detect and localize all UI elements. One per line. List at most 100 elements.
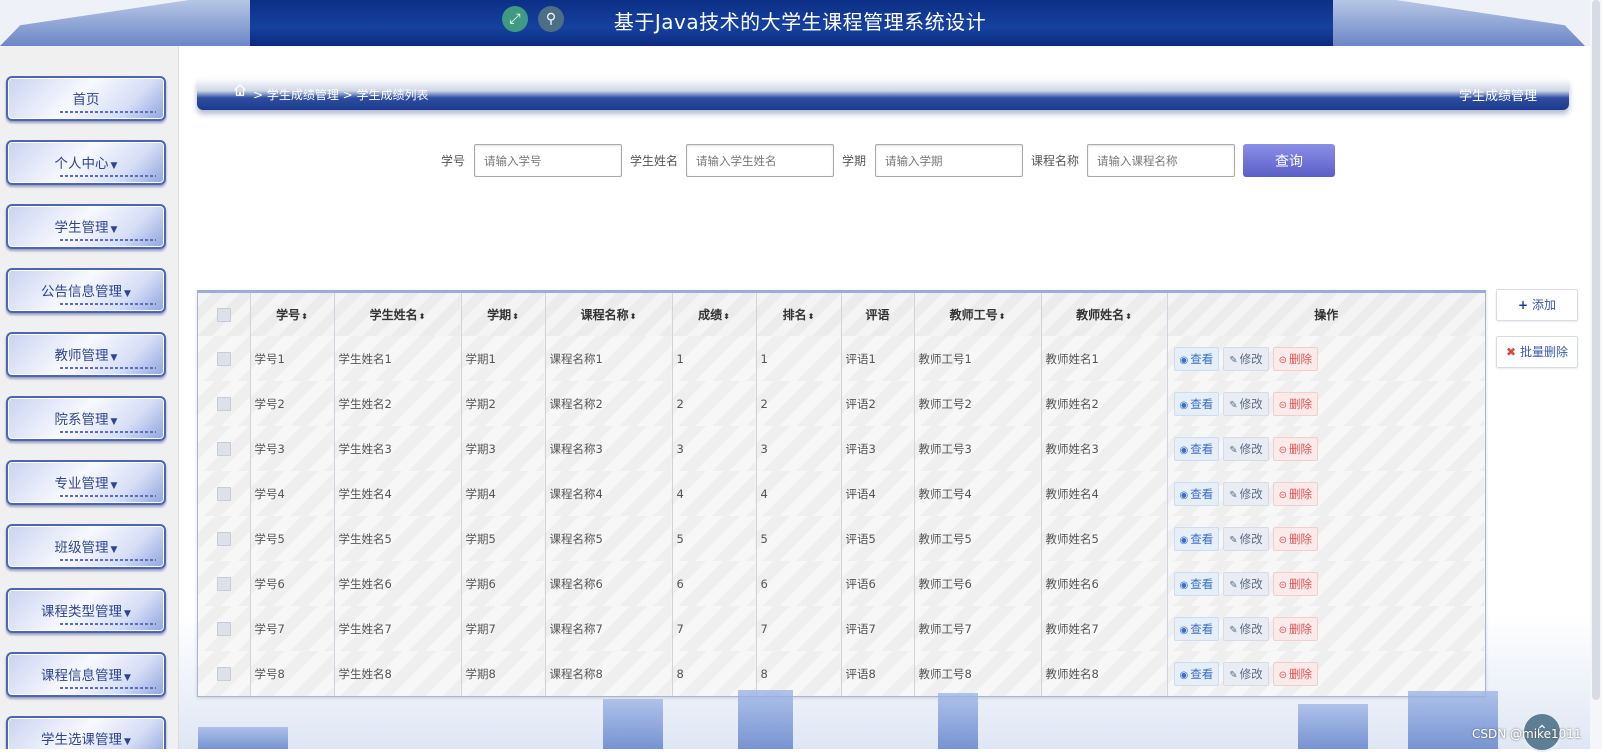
view-button[interactable]: ◉ 查看: [1173, 346, 1220, 371]
chevron-down-icon: ▼: [110, 161, 118, 171]
edit-button[interactable]: ✎ 修改: [1223, 571, 1269, 596]
row-checkbox[interactable]: [216, 486, 231, 501]
eye-icon: ◉: [1179, 669, 1189, 681]
sidebar-item[interactable]: 个人中心 ▼: [6, 140, 166, 185]
row-actions-cell: ◉ 查看 ✎ 修改 ⊝ 删除: [1166, 336, 1485, 381]
row-checkbox[interactable]: [216, 396, 231, 411]
column-header-label: 学生姓名: [369, 308, 418, 322]
table-cell: 1: [755, 336, 841, 381]
column-header[interactable]: 成绩⬍: [671, 293, 756, 336]
sort-icon[interactable]: ⬍: [808, 312, 815, 321]
view-button-label: 查看: [1190, 621, 1214, 636]
column-header: 评语: [840, 293, 914, 336]
sidebar-item[interactable]: 教师管理 ▼: [6, 332, 166, 377]
search-button[interactable]: 查询: [1243, 144, 1335, 177]
sort-icon[interactable]: ⬍: [630, 312, 637, 321]
expand-icon[interactable]: ⤢: [502, 6, 528, 32]
sidebar-item-label: 专业管理: [54, 476, 109, 492]
column-header[interactable]: 教师姓名⬍: [1040, 293, 1167, 336]
view-button[interactable]: ◉ 查看: [1173, 571, 1220, 596]
row-checkbox[interactable]: [216, 666, 231, 681]
student-id-input[interactable]: [474, 144, 622, 177]
table-cell: 学生姓名5: [333, 516, 461, 561]
edit-button[interactable]: ✎ 修改: [1223, 436, 1269, 461]
row-checkbox-cell[interactable]: [198, 561, 250, 606]
delete-button[interactable]: ⊝ 删除: [1272, 616, 1319, 641]
row-checkbox-cell[interactable]: [198, 381, 250, 426]
delete-button[interactable]: ⊝ 删除: [1272, 661, 1319, 686]
delete-button[interactable]: ⊝ 删除: [1272, 346, 1319, 371]
page-scrollbar[interactable]: [1590, 0, 1602, 749]
sidebar-item[interactable]: 公告信息管理 ▼: [6, 268, 166, 313]
sort-icon[interactable]: ⬍: [723, 312, 730, 321]
sidebar-item[interactable]: 课程类型管理 ▼: [6, 588, 166, 633]
select-all-checkbox-cell[interactable]: [198, 293, 250, 336]
edit-button[interactable]: ✎ 修改: [1223, 346, 1269, 371]
semester-input[interactable]: [875, 144, 1023, 177]
delete-button[interactable]: ⊝ 删除: [1272, 571, 1319, 596]
delete-button[interactable]: ⊝ 删除: [1272, 436, 1319, 461]
table-cell: 6: [755, 561, 841, 606]
delete-button[interactable]: ⊝ 删除: [1272, 526, 1319, 551]
scrollbar-thumb[interactable]: [1592, 0, 1600, 700]
column-header-label: 学号: [276, 308, 301, 322]
select-all-checkbox[interactable]: [216, 307, 231, 322]
view-button[interactable]: ◉ 查看: [1173, 661, 1220, 686]
sidebar-item[interactable]: 专业管理 ▼: [6, 460, 166, 505]
pencil-icon: ✎: [1229, 399, 1238, 411]
sort-icon[interactable]: ⬍: [301, 312, 308, 321]
table-cell: 课程名称3: [544, 426, 672, 471]
column-header[interactable]: 课程名称⬍: [544, 293, 672, 336]
sidebar-item[interactable]: 首页: [6, 76, 166, 121]
chevron-down-icon: ▼: [124, 737, 131, 747]
row-checkbox-cell[interactable]: [198, 336, 250, 381]
column-header[interactable]: 教师工号⬍: [913, 293, 1041, 336]
table-cell: 5: [755, 516, 841, 561]
row-checkbox[interactable]: [216, 621, 231, 636]
row-checkbox[interactable]: [216, 576, 231, 591]
edit-button[interactable]: ✎ 修改: [1223, 661, 1269, 686]
edit-button[interactable]: ✎ 修改: [1223, 481, 1269, 506]
row-checkbox[interactable]: [216, 441, 231, 456]
column-header[interactable]: 学号⬍: [249, 293, 334, 336]
student-name-input[interactable]: [686, 144, 834, 177]
sort-icon[interactable]: ⬍: [419, 312, 426, 321]
column-header[interactable]: 排名⬍: [755, 293, 841, 336]
sidebar-item[interactable]: 班级管理 ▼: [6, 524, 166, 569]
row-checkbox-cell[interactable]: [198, 606, 250, 651]
sidebar-item[interactable]: 学生选课管理 ▼: [6, 716, 166, 749]
sort-icon[interactable]: ⬍: [1125, 312, 1132, 321]
home-icon[interactable]: [233, 83, 247, 97]
edit-button[interactable]: ✎ 修改: [1223, 616, 1269, 641]
edit-button[interactable]: ✎ 修改: [1223, 391, 1269, 416]
sidebar-item[interactable]: 课程信息管理 ▼: [6, 652, 166, 697]
view-button[interactable]: ◉ 查看: [1173, 436, 1220, 461]
sidebar-item[interactable]: 学生管理 ▼: [6, 204, 166, 249]
sidebar-item[interactable]: 院系管理 ▼: [6, 396, 166, 441]
row-checkbox-cell[interactable]: [198, 426, 250, 471]
course-name-input[interactable]: [1087, 144, 1235, 177]
delete-button[interactable]: ⊝ 删除: [1272, 481, 1319, 506]
view-button[interactable]: ◉ 查看: [1173, 481, 1220, 506]
view-button[interactable]: ◉ 查看: [1173, 391, 1220, 416]
sort-icon[interactable]: ⬍: [512, 312, 519, 321]
sort-icon[interactable]: ⬍: [999, 312, 1006, 321]
scores-table: 学号⬍ 学生姓名⬍ 学期⬍ 课程名称⬍ 成绩⬍ 排名⬍ 评语 教师工号⬍ 教师姓名⬍ 操作 学号1…: [197, 290, 1486, 697]
edit-button[interactable]: ✎ 修改: [1223, 526, 1269, 551]
row-checkbox-cell[interactable]: [198, 471, 250, 516]
row-checkbox-cell[interactable]: [198, 516, 250, 561]
view-button[interactable]: ◉ 查看: [1173, 616, 1220, 641]
table-cell: 学生姓名2: [333, 381, 461, 426]
sidebar-item-label: 课程类型管理: [41, 604, 123, 620]
add-button[interactable]: + 添加: [1496, 289, 1578, 321]
column-header[interactable]: 学期⬍: [460, 293, 545, 336]
column-header[interactable]: 学生姓名⬍: [333, 293, 461, 336]
table-cell: 6: [671, 561, 756, 606]
view-button[interactable]: ◉ 查看: [1173, 526, 1220, 551]
delete-button[interactable]: ⊝ 删除: [1272, 391, 1319, 416]
row-checkbox[interactable]: [216, 351, 231, 366]
row-checkbox[interactable]: [216, 531, 231, 546]
table-cell: 教师姓名2: [1040, 381, 1167, 426]
table-cell: 教师姓名6: [1040, 561, 1167, 606]
batch-delete-button[interactable]: ✖ 批量删除: [1496, 336, 1578, 368]
